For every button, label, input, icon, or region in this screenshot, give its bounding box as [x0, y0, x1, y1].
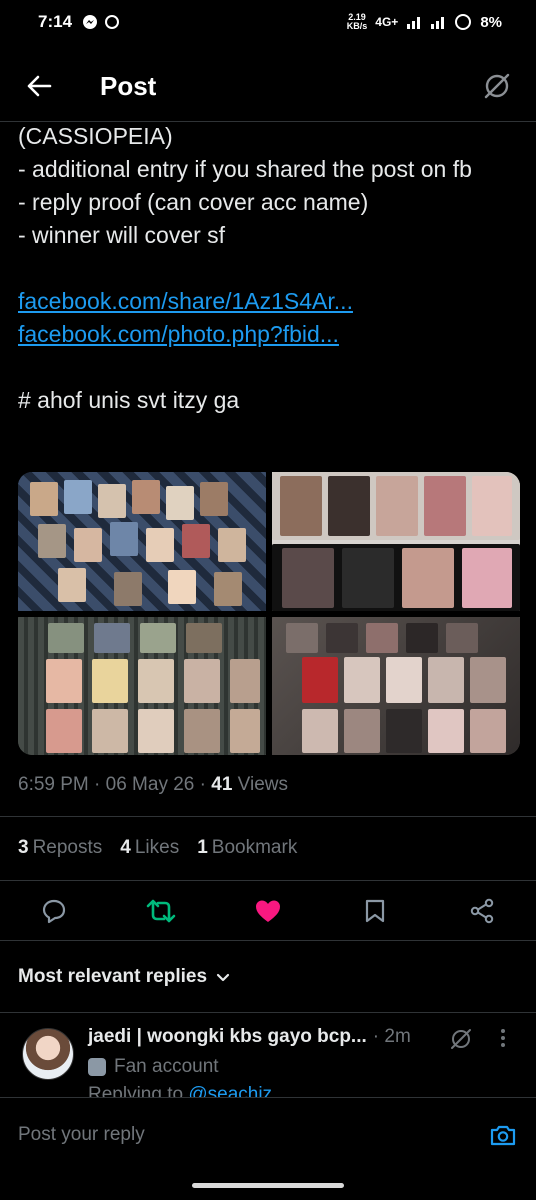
facebook-share-link[interactable]: facebook.com/share/1Az1S4Ar... [18, 285, 522, 318]
likes-stat[interactable]: 4 Likes [120, 837, 179, 859]
battery-saver-icon [455, 14, 472, 30]
tweet-hashtags: # ahof unis svt itzy ga [18, 387, 240, 413]
media-photo-3[interactable] [18, 616, 266, 755]
reply-button[interactable] [36, 893, 72, 929]
actions-divider [0, 940, 536, 941]
share-icon [470, 898, 494, 924]
bookmarks-stat[interactable]: 1 Bookmark [197, 837, 297, 859]
like-button[interactable] [250, 893, 286, 929]
tweet-line: - reply proof (can cover acc name) [18, 189, 369, 215]
replies-sort-dropdown[interactable]: Most relevant replies [18, 966, 231, 988]
repost-button[interactable] [143, 893, 179, 929]
tweet-line: (CASSIOPEIA) [18, 123, 173, 149]
status-time: 7:14 [38, 12, 73, 31]
tweet-line: - additional entry if you shared the pos… [18, 156, 472, 182]
signal-icon [407, 17, 421, 29]
grok-icon [451, 1029, 471, 1049]
chat-bubble-icon [105, 15, 120, 29]
reply-composer: Post your reply [0, 1097, 536, 1171]
network-type: 4G+ [375, 15, 399, 29]
more-vertical-icon [501, 1029, 505, 1047]
camera-button[interactable] [488, 1120, 518, 1150]
reply-input[interactable]: Post your reply [18, 1124, 488, 1146]
post-stats: 3 Reposts 4 Likes 1 Bookmark [18, 837, 297, 859]
post-header: Post [0, 60, 536, 112]
share-button[interactable] [464, 893, 500, 929]
replies-divider [0, 1012, 536, 1013]
media-photo-4[interactable] [272, 616, 520, 755]
reposts-stat[interactable]: 3 Reposts [18, 837, 102, 859]
bookmark-icon [365, 899, 385, 923]
bookmark-button[interactable] [357, 893, 393, 929]
facebook-photo-link[interactable]: facebook.com/photo.php?fbid... [18, 318, 522, 351]
post-meta: 6:59 PM · 06 May 26 · 41 Views [18, 774, 288, 796]
views-count: 41 [211, 774, 233, 795]
more-options-button[interactable] [500, 1028, 506, 1051]
reply-badge-label: Fan account [114, 1056, 219, 1077]
media-photo-2[interactable] [272, 472, 520, 611]
home-indicator[interactable] [192, 1183, 344, 1188]
messenger-icon [83, 15, 98, 29]
avatar[interactable] [22, 1028, 74, 1080]
tweet-line: - winner will cover sf [18, 222, 226, 248]
net-speed: 2.19 KB/s [346, 12, 368, 31]
action-bar [36, 893, 500, 929]
reply-grok-button[interactable] [450, 1028, 472, 1055]
tweet-text: (CASSIOPEIA) - additional entry if you s… [18, 120, 522, 417]
stats-divider [0, 880, 536, 881]
post-timestamp: 6:59 PM · 06 May 26 · [18, 774, 212, 795]
camera-icon [490, 1125, 516, 1145]
status-bar: 7:14 2.19 KB/s 4G+ 8% [0, 0, 536, 44]
views-label: Views [232, 774, 289, 795]
chevron-down-icon [216, 973, 230, 982]
media-photo-1[interactable] [18, 472, 266, 611]
fan-account-icon [88, 1058, 106, 1076]
repost-icon [146, 899, 176, 923]
reply-item[interactable]: jaedi | woongki kbs gayo bcp... · 2m Fan… [22, 1022, 522, 1102]
reply-author-name[interactable]: jaedi | woongki kbs gayo bcp... [88, 1026, 367, 1048]
replies-sort-label: Most relevant replies [18, 966, 208, 987]
media-grid [18, 472, 520, 755]
meta-divider [0, 816, 536, 817]
heart-icon [256, 900, 280, 922]
grok-button[interactable] [482, 71, 512, 101]
signal-icon-2 [431, 17, 445, 29]
back-button[interactable] [24, 71, 54, 101]
grok-icon [484, 73, 510, 99]
page-title: Post [100, 70, 157, 101]
reply-icon [42, 899, 66, 924]
battery-percent: 8% [480, 13, 502, 31]
back-arrow-icon [27, 75, 52, 97]
reply-time: · 2m [372, 1026, 411, 1047]
